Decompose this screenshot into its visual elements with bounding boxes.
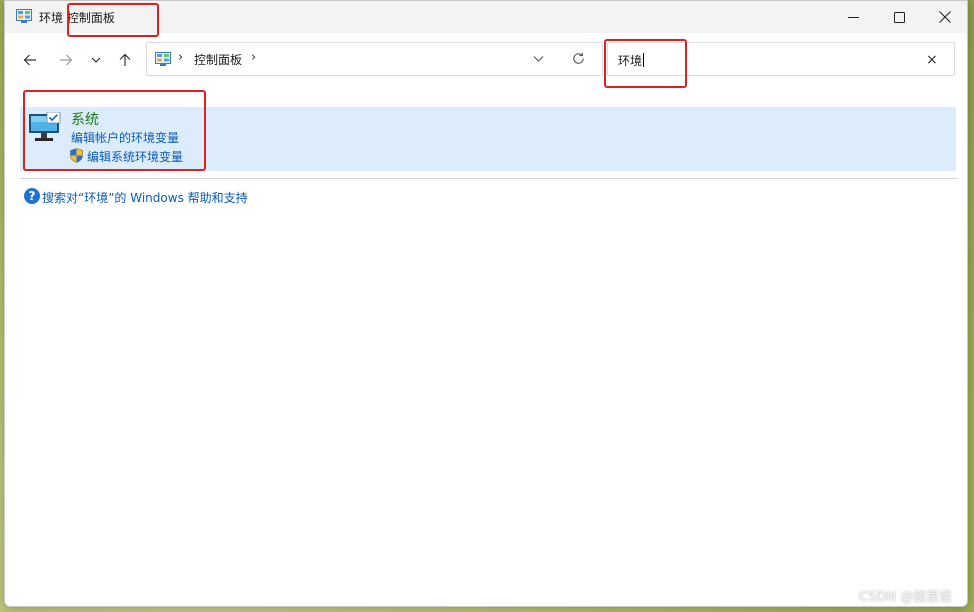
search-box[interactable]: 环境 × <box>607 42 955 76</box>
edit-system-env-vars-link[interactable]: 编辑系统环境变量 <box>87 148 183 165</box>
breadcrumb-control-panel[interactable]: 控制面板 <box>194 51 242 68</box>
arrow-right-icon <box>60 54 73 66</box>
recent-locations-button[interactable] <box>85 49 107 71</box>
breadcrumb-separator[interactable]: › <box>178 50 183 65</box>
maximize-icon <box>893 11 905 23</box>
result-title[interactable]: 系统 <box>71 109 99 129</box>
control-panel-icon <box>16 9 32 23</box>
windows-help-link[interactable]: 搜索对“环境”的 Windows 帮助和支持 <box>42 189 248 206</box>
refresh-icon <box>573 52 584 64</box>
search-result-system[interactable]: 系统 编辑帐户的环境变量 编辑系统环境变量 <box>20 107 956 171</box>
uac-shield-icon <box>70 148 83 163</box>
system-monitor-icon <box>29 112 61 141</box>
help-icon: ? <box>24 188 40 204</box>
forward-button[interactable] <box>55 49 77 71</box>
up-button[interactable] <box>114 49 136 71</box>
title-location: 控制面板 <box>66 11 115 25</box>
navigation-bar: › 控制面板 › 环境 × <box>5 33 967 85</box>
minimize-button[interactable] <box>830 1 876 33</box>
control-panel-window: 环境 控制面板 › 控制面板 › 环境 × 系统 编辑帐户的环境变量 编辑系统环… <box>4 0 968 607</box>
title-search-term: 环境 <box>39 11 64 25</box>
chevron-down-icon <box>91 57 101 63</box>
search-value: 环境 <box>618 54 643 68</box>
title-bar[interactable]: 环境 控制面板 <box>5 1 967 33</box>
address-dropdown-button[interactable] <box>533 53 544 67</box>
window-title: 环境 控制面板 <box>39 9 115 26</box>
back-button[interactable] <box>19 49 41 71</box>
text-caret <box>643 53 645 67</box>
breadcrumb-separator-trailing[interactable]: › <box>251 50 256 65</box>
chevron-down-icon <box>533 56 544 62</box>
close-icon <box>939 11 951 23</box>
refresh-button[interactable] <box>572 52 585 68</box>
minimize-icon <box>847 16 859 18</box>
watermark: CSDN @懿思哲 <box>859 590 953 605</box>
control-panel-icon <box>155 52 171 66</box>
arrow-left-icon <box>23 54 36 66</box>
divider <box>20 178 958 179</box>
search-clear-button[interactable]: × <box>926 52 938 68</box>
maximize-button[interactable] <box>876 1 922 33</box>
arrow-up-icon <box>119 53 131 66</box>
search-input[interactable]: 环境 <box>618 52 645 69</box>
edit-user-env-vars-link[interactable]: 编辑帐户的环境变量 <box>71 129 179 146</box>
address-bar[interactable]: › 控制面板 › <box>146 42 603 76</box>
close-button[interactable] <box>922 1 968 33</box>
